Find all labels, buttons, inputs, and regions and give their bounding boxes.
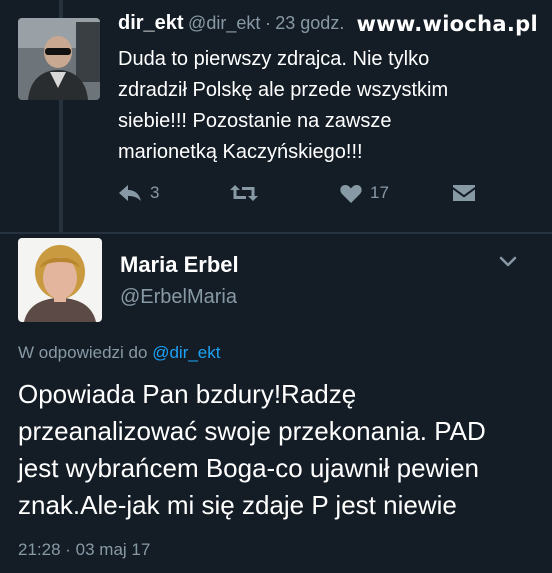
tweet-header: dir_ekt @dir_ekt · 23 godz. — [118, 12, 344, 35]
heart-icon — [340, 184, 362, 203]
retweet-icon — [230, 183, 258, 203]
like-count: 17 — [370, 183, 389, 202]
retweet-button[interactable] — [230, 178, 258, 208]
tweet-time[interactable]: 23 godz. — [275, 13, 344, 33]
envelope-icon — [452, 184, 476, 202]
tweet-text-line: siebie!!! Pozostanie na zawsze — [118, 110, 392, 132]
avatar[interactable] — [18, 18, 100, 100]
handle[interactable]: @dir_ekt — [188, 13, 260, 33]
tweet-text-line: Duda to pierwszy zdrajca. Nie tylko — [118, 48, 430, 70]
separator: · — [264, 13, 271, 33]
tweet-text-line: marionetką Kaczyńskiego!!! — [118, 141, 363, 163]
tweet-text: Duda to pierwszy zdrajca. Nie tylko zdra… — [118, 44, 528, 168]
reply-prefix: W odpowiedzi do — [18, 343, 148, 362]
display-name[interactable]: dir_ekt — [118, 12, 184, 34]
chevron-down-icon[interactable] — [497, 250, 519, 272]
tweet-text-line: znak.Ale-jak mi się zdaje P jest niewie — [18, 490, 457, 520]
reply-icon — [118, 184, 142, 202]
tweet-text-line: zdradził Polskę ale przede wszystkim — [118, 79, 449, 101]
watermark: www.wiocha.pl — [356, 12, 538, 36]
reply-button[interactable]: 3 — [118, 178, 159, 208]
mention-link[interactable]: @dir_ekt — [152, 343, 220, 362]
tweet-text: Opowiada Pan bzdury!Radzę przeanalizować… — [18, 376, 548, 524]
tweet-actions: 3 17 — [118, 178, 488, 208]
handle[interactable]: @ErbelMaria — [120, 286, 237, 309]
like-button[interactable]: 17 — [340, 178, 389, 208]
reply-count: 3 — [150, 183, 160, 202]
timestamp[interactable]: 21:28 · 03 maj 17 — [18, 540, 150, 560]
reply-context: W odpowiedzi do @dir_ekt — [18, 343, 221, 363]
direct-message-button[interactable] — [452, 178, 476, 208]
tweet-text-line: Opowiada Pan bzdury!Radzę — [18, 379, 357, 409]
avatar[interactable] — [18, 238, 102, 322]
tweet-text-line: jest wybrańcem Boga-co ujawnił pewien — [18, 453, 480, 483]
display-name[interactable]: Maria Erbel — [120, 252, 239, 278]
tweet-text-line: przeanalizować swoje przekonania. PAD — [18, 416, 486, 446]
tweet-divider — [0, 232, 552, 234]
